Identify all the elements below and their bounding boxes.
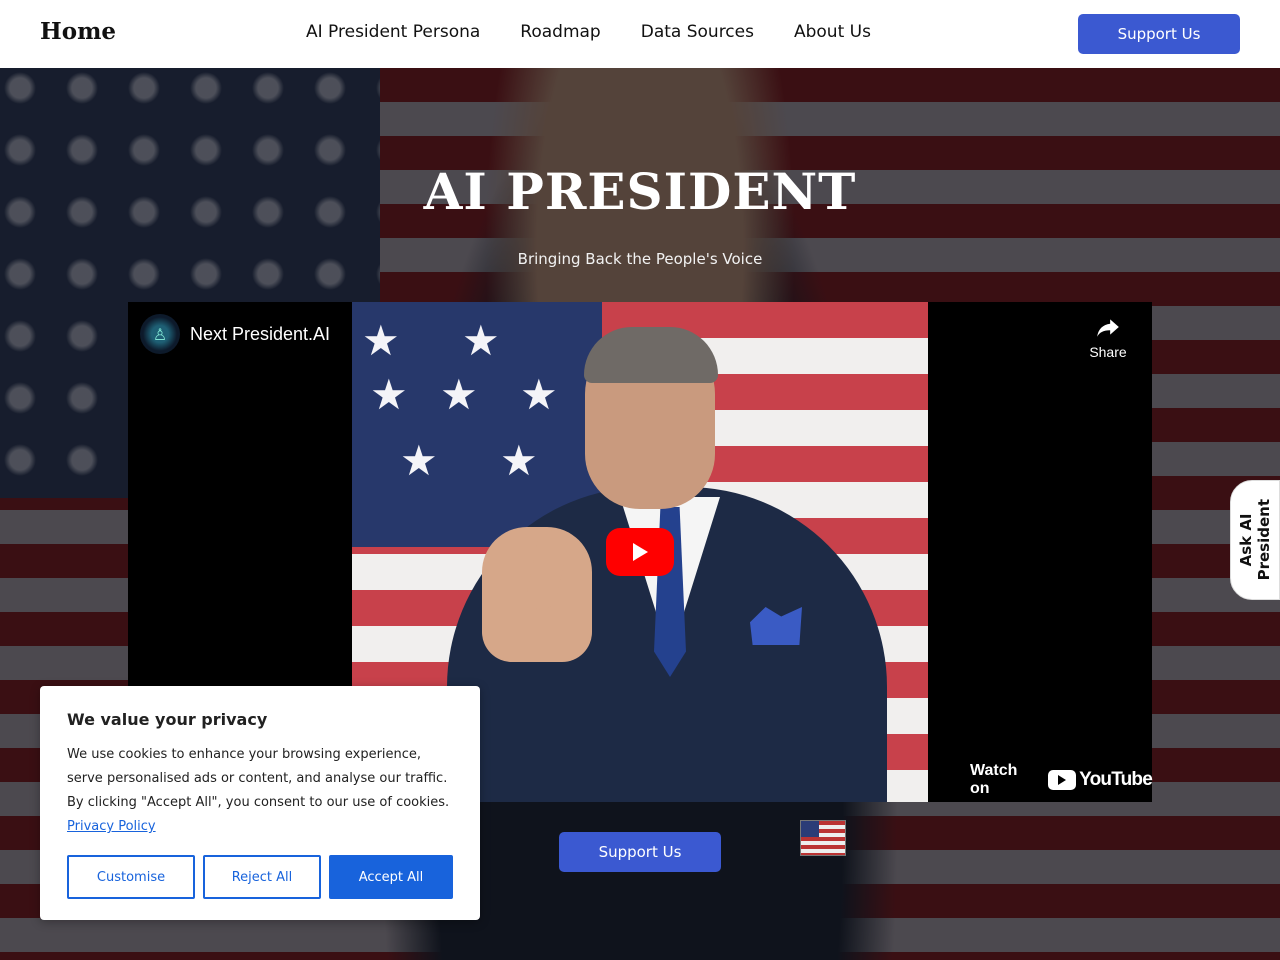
reject-all-button[interactable]: Reject All	[203, 855, 321, 899]
share-button[interactable]: Share	[1080, 314, 1136, 360]
play-icon	[633, 543, 648, 561]
accept-all-button[interactable]: Accept All	[329, 855, 453, 899]
thumbnail-hair	[584, 327, 718, 383]
cookie-title: We value your privacy	[67, 710, 268, 729]
hero-support-button[interactable]: Support Us	[559, 832, 721, 872]
star-icon: ★	[462, 316, 500, 365]
cookie-consent-banner: We value your privacy We use cookies to …	[40, 686, 480, 920]
share-icon	[1097, 319, 1119, 337]
cookie-actions: Customise Reject All Accept All	[67, 855, 453, 899]
site-header: Home AI President Persona Roadmap Data S…	[0, 0, 1280, 68]
nav-about-us[interactable]: About Us	[794, 22, 871, 42]
home-link[interactable]: Home	[40, 18, 116, 45]
customise-button[interactable]: Customise	[67, 855, 195, 899]
play-button[interactable]	[606, 528, 674, 576]
cookie-text: We use cookies to enhance your browsing …	[67, 743, 453, 839]
video-channel[interactable]: ♙ Next President.AI	[140, 314, 330, 354]
main-nav: AI President Persona Roadmap Data Source…	[306, 22, 871, 42]
watch-on-label: Watch on	[970, 762, 1018, 797]
star-icon: ★	[520, 370, 558, 419]
hero-subtitle: Bringing Back the People's Voice	[517, 250, 763, 268]
header-support-button[interactable]: Support Us	[1078, 14, 1240, 54]
youtube-logo-icon	[1048, 770, 1077, 790]
nav-data-sources[interactable]: Data Sources	[641, 22, 754, 42]
share-label: Share	[1089, 344, 1127, 360]
watch-on-youtube-link[interactable]: Watch on YouTube	[970, 762, 1153, 798]
star-icon: ★	[500, 436, 538, 485]
ask-ai-president-label: Ask AI President	[1237, 499, 1273, 581]
star-icon: ★	[400, 436, 438, 485]
nav-ai-president-persona[interactable]: AI President Persona	[306, 22, 480, 42]
star-icon: ★	[370, 370, 408, 419]
cookie-text-body: We use cookies to enhance your browsing …	[67, 747, 450, 810]
star-icon: ★	[440, 370, 478, 419]
star-icon: ★	[362, 316, 400, 365]
hero-title: AI PRESIDENT	[423, 162, 857, 221]
ask-ai-president-tab[interactable]: Ask AI President	[1230, 480, 1280, 600]
nav-roadmap[interactable]: Roadmap	[520, 22, 600, 42]
lapel-flag-canton	[801, 821, 819, 837]
channel-avatar[interactable]: ♙	[140, 314, 180, 354]
youtube-wordmark: YouTube	[1079, 769, 1153, 790]
lapel-flag-pin	[800, 820, 846, 856]
channel-name[interactable]: Next President.AI	[190, 324, 330, 345]
youtube-logo: YouTube	[1048, 769, 1153, 791]
privacy-policy-link[interactable]: Privacy Policy	[67, 819, 156, 834]
